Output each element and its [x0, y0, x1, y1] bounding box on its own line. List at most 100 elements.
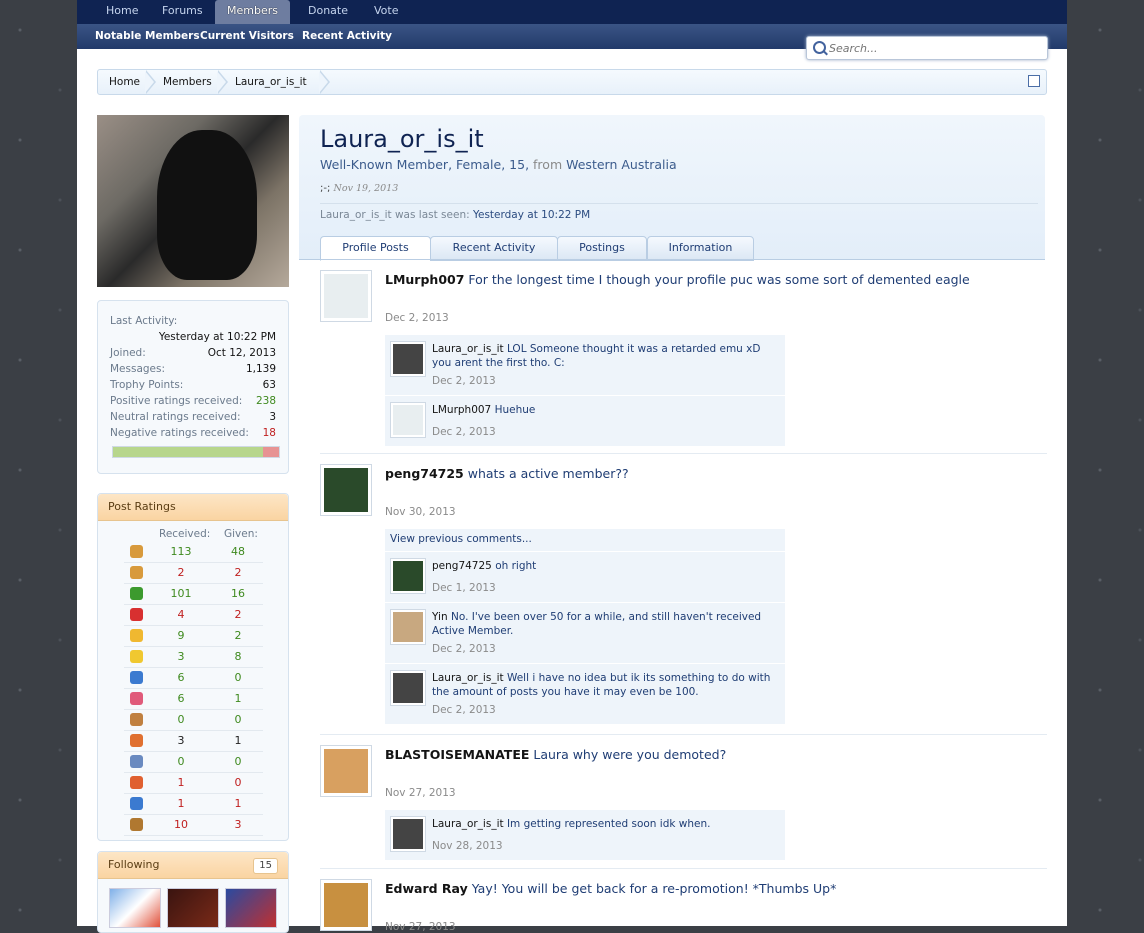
post-author[interactable]: BLASTOISEMANATEE: [385, 747, 529, 762]
comment-author[interactable]: LMurph007: [432, 404, 491, 416]
nav-tab-forums[interactable]: Forums: [150, 0, 215, 24]
post-avatar[interactable]: [320, 270, 372, 322]
post-avatar[interactable]: [320, 464, 372, 516]
old-icon: [130, 818, 143, 831]
main-nav: Home Forums Members Donate Vote: [77, 0, 1067, 24]
negative-value: 18: [262, 427, 276, 439]
breadcrumb-current[interactable]: Laura_or_is_it: [235, 70, 307, 94]
tab-postings[interactable]: Postings: [557, 236, 647, 261]
profile-avatar[interactable]: [97, 115, 289, 287]
comment: LMurph007 Huehue Dec 2, 2013: [385, 395, 785, 446]
breadcrumb-members[interactable]: Members: [163, 70, 212, 94]
nav-tab-home[interactable]: Home: [94, 0, 150, 24]
rating-received: 3: [177, 650, 185, 663]
rating-given: 8: [234, 650, 242, 663]
tab-profile-posts[interactable]: Profile Posts: [320, 236, 431, 261]
subnav-current-visitors[interactable]: Current Visitors: [200, 24, 294, 49]
post-text: Laura why were you demoted?: [533, 747, 727, 762]
comment-date[interactable]: Dec 2, 2013: [432, 704, 496, 716]
view-previous-comments[interactable]: View previous comments...: [385, 528, 785, 551]
comment-author[interactable]: peng74725: [432, 560, 492, 572]
following-avatar[interactable]: [225, 888, 277, 928]
trophy-value[interactable]: 63: [263, 379, 276, 391]
comment-date[interactable]: Dec 1, 2013: [432, 582, 496, 594]
rating-bar-positive: [113, 447, 266, 457]
rating-received: 0: [177, 755, 185, 768]
post-ratings-box: Post Ratings Received: Given: 113 48 2 2 101…: [97, 493, 289, 841]
comment-avatar[interactable]: [390, 816, 426, 852]
comment-date[interactable]: Nov 28, 2013: [432, 840, 503, 852]
post-divider: [320, 453, 1047, 454]
comment-list: View previous comments... peng74725 oh r…: [385, 528, 785, 724]
post-avatar[interactable]: [320, 745, 372, 797]
last-seen-value: Yesterday at 10:22 PM: [472, 209, 591, 221]
breadcrumb: Home Members Laura_or_is_it: [97, 69, 1047, 95]
avatar-image: [324, 468, 368, 512]
comment: Laura_or_is_it Im getting represented so…: [385, 809, 785, 860]
rating-row: 22: [124, 563, 263, 584]
post-date[interactable]: Nov 27, 2013: [385, 787, 456, 799]
tab-recent-activity[interactable]: Recent Activity: [430, 236, 558, 261]
profile-location[interactable]: Western Australia: [566, 157, 677, 172]
status-date: Nov 19, 2013: [333, 183, 399, 194]
positive-value: 238: [255, 395, 276, 407]
neutral-value: 3: [269, 411, 276, 423]
post-author[interactable]: peng74725: [385, 466, 464, 481]
rating-row: 101 16: [124, 584, 263, 605]
nav-tab-members[interactable]: Members: [215, 0, 290, 24]
post-date[interactable]: Dec 2, 2013: [385, 312, 449, 324]
comment-avatar[interactable]: [390, 670, 426, 706]
last-seen-label: Laura_or_is_it was last seen:: [320, 209, 470, 221]
profile-from-label: from: [533, 157, 563, 172]
post-body: Edward Ray Yay! You will be get back for…: [385, 881, 836, 896]
agree-icon: [130, 587, 143, 600]
comment-date[interactable]: Dec 2, 2013: [432, 643, 496, 655]
comment-date[interactable]: Dec 2, 2013: [432, 375, 496, 387]
breadcrumb-home[interactable]: Home: [109, 70, 140, 94]
informative-icon: [130, 671, 143, 684]
last-seen: Laura_or_is_it was last seen: Yesterday …: [320, 209, 590, 221]
comment-list: Laura_or_is_it Im getting represented so…: [385, 809, 785, 860]
rating-given: 0: [234, 713, 242, 726]
subnav-recent-activity[interactable]: Recent Activity: [302, 24, 392, 49]
popup-icon[interactable]: [1028, 75, 1040, 87]
comment-text: Im getting represented soon idk when.: [506, 818, 711, 830]
disagree-icon: [130, 608, 143, 621]
rating-received: 9: [177, 629, 185, 642]
view-previous-label[interactable]: View previous comments...: [390, 533, 532, 545]
comment-body: Yin No. I've been over 50 for a while, a…: [432, 610, 782, 638]
comment-author[interactable]: Laura_or_is_it: [432, 818, 504, 830]
comment-avatar[interactable]: [390, 558, 426, 594]
dislike-icon: [130, 566, 143, 579]
tab-information[interactable]: Information: [647, 236, 754, 261]
comment-avatar[interactable]: [390, 402, 426, 438]
like-icon: [130, 545, 143, 558]
post-date[interactable]: Nov 27, 2013: [385, 921, 456, 933]
search-input[interactable]: [827, 39, 1041, 57]
comment-avatar[interactable]: [390, 609, 426, 645]
comment-text: oh right: [495, 560, 537, 572]
post-author[interactable]: Edward Ray: [385, 881, 468, 896]
following-avatar[interactable]: [109, 888, 161, 928]
subnav-notable-members[interactable]: Notable Members: [95, 24, 200, 49]
trophy-label: Trophy Points:: [110, 379, 184, 391]
post-author[interactable]: LMurph007: [385, 272, 464, 287]
nav-tab-vote[interactable]: Vote: [362, 0, 410, 24]
received-header: Received:: [159, 528, 211, 540]
following-avatar[interactable]: [167, 888, 219, 928]
comment-author[interactable]: Laura_or_is_it: [432, 672, 504, 684]
nav-tab-donate[interactable]: Donate: [296, 0, 360, 24]
rating-given: 1: [234, 692, 242, 705]
comment-date[interactable]: Dec 2, 2013: [432, 426, 496, 438]
comment-avatar[interactable]: [390, 341, 426, 377]
post-date[interactable]: Nov 30, 2013: [385, 506, 456, 518]
rating-row: 00: [124, 710, 263, 731]
messages-value[interactable]: 1,139: [246, 363, 276, 375]
comment-author[interactable]: Laura_or_is_it: [432, 343, 504, 355]
post-avatar[interactable]: [320, 879, 372, 931]
profile-header: Laura_or_is_it Well-Known Member, Female…: [299, 115, 1045, 261]
comment: Laura_or_is_it Well i have no idea but i…: [385, 663, 785, 724]
post-text: Yay! You will be get back for a re-promo…: [471, 881, 837, 896]
comment-author[interactable]: Yin: [432, 611, 448, 623]
search-box[interactable]: [806, 36, 1048, 60]
